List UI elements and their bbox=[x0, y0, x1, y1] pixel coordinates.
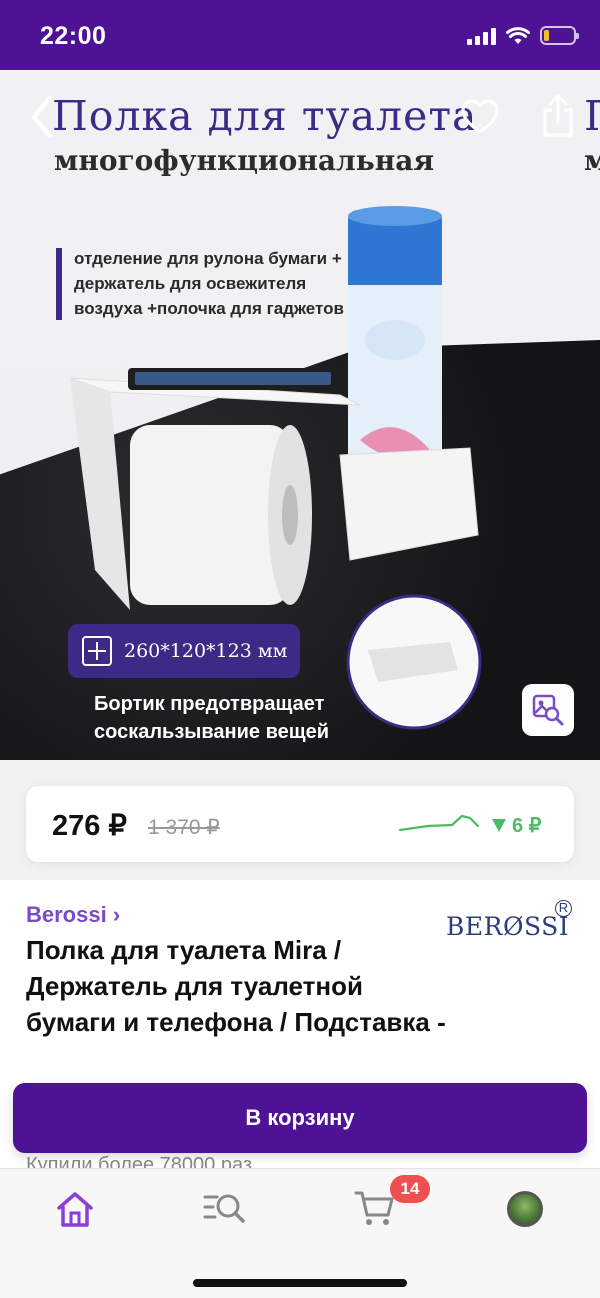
brand-link[interactable]: Berossi › bbox=[26, 902, 120, 928]
brand-logo[interactable]: BERØSSI R bbox=[446, 900, 576, 950]
product-title: Полка для туалета Mira / Держатель для т… bbox=[26, 935, 446, 1037]
share-icon[interactable] bbox=[540, 94, 576, 138]
bottom-nav: 14 bbox=[0, 1168, 600, 1298]
battery-icon bbox=[540, 26, 579, 45]
expand-arrows-icon bbox=[82, 636, 112, 666]
dimensions-badge: 260*120*123 мм bbox=[68, 624, 300, 678]
nav-home[interactable] bbox=[53, 1187, 97, 1231]
add-to-cart-button[interactable]: В корзину bbox=[13, 1083, 587, 1153]
current-price: 276 ₽ bbox=[52, 810, 127, 842]
old-price: 1 370 ₽ bbox=[148, 816, 220, 839]
price-drop-value: 6 ₽ bbox=[512, 815, 542, 837]
cellular-signal-icon bbox=[467, 27, 496, 45]
air-freshener-can bbox=[348, 206, 442, 475]
screen: 22:00 Полка для туалета многофункциональ… bbox=[0, 0, 600, 1298]
catalog-search-icon bbox=[203, 1194, 245, 1223]
price-card[interactable]: 276 ₽ 1 370 ₽ 6 ₽ bbox=[26, 786, 574, 862]
cart-icon bbox=[354, 1191, 394, 1225]
toilet-paper-roll bbox=[130, 425, 312, 605]
status-bar: 22:00 bbox=[0, 0, 600, 70]
price-drop: 6 ₽ bbox=[492, 813, 541, 838]
status-icons bbox=[467, 26, 579, 45]
home-icon bbox=[57, 1192, 93, 1227]
image-caption: Бортик предотвращает соскальзывание веще… bbox=[94, 693, 330, 743]
favorite-heart-icon[interactable] bbox=[460, 98, 500, 136]
product-image-gallery[interactable]: Полка для туалета многофункциональная П … bbox=[0, 70, 600, 760]
cart-count-badge: 14 bbox=[390, 1175, 430, 1203]
price-trend-sparkline bbox=[398, 814, 480, 832]
profile-avatar bbox=[507, 1191, 543, 1227]
home-indicator bbox=[193, 1279, 407, 1287]
registered-mark: R bbox=[555, 900, 572, 917]
status-time: 22:00 bbox=[40, 22, 107, 50]
dimensions-text: 260*120*123 мм bbox=[124, 640, 288, 662]
down-triangle-icon bbox=[492, 819, 506, 832]
image-search-icon bbox=[532, 694, 564, 726]
brand-logo-text: BERØSSI bbox=[446, 912, 570, 941]
wifi-icon bbox=[506, 26, 530, 44]
nav-profile[interactable] bbox=[503, 1187, 547, 1231]
nav-catalog[interactable] bbox=[203, 1187, 247, 1231]
visual-search-button[interactable] bbox=[522, 684, 574, 736]
back-icon[interactable] bbox=[24, 92, 58, 142]
